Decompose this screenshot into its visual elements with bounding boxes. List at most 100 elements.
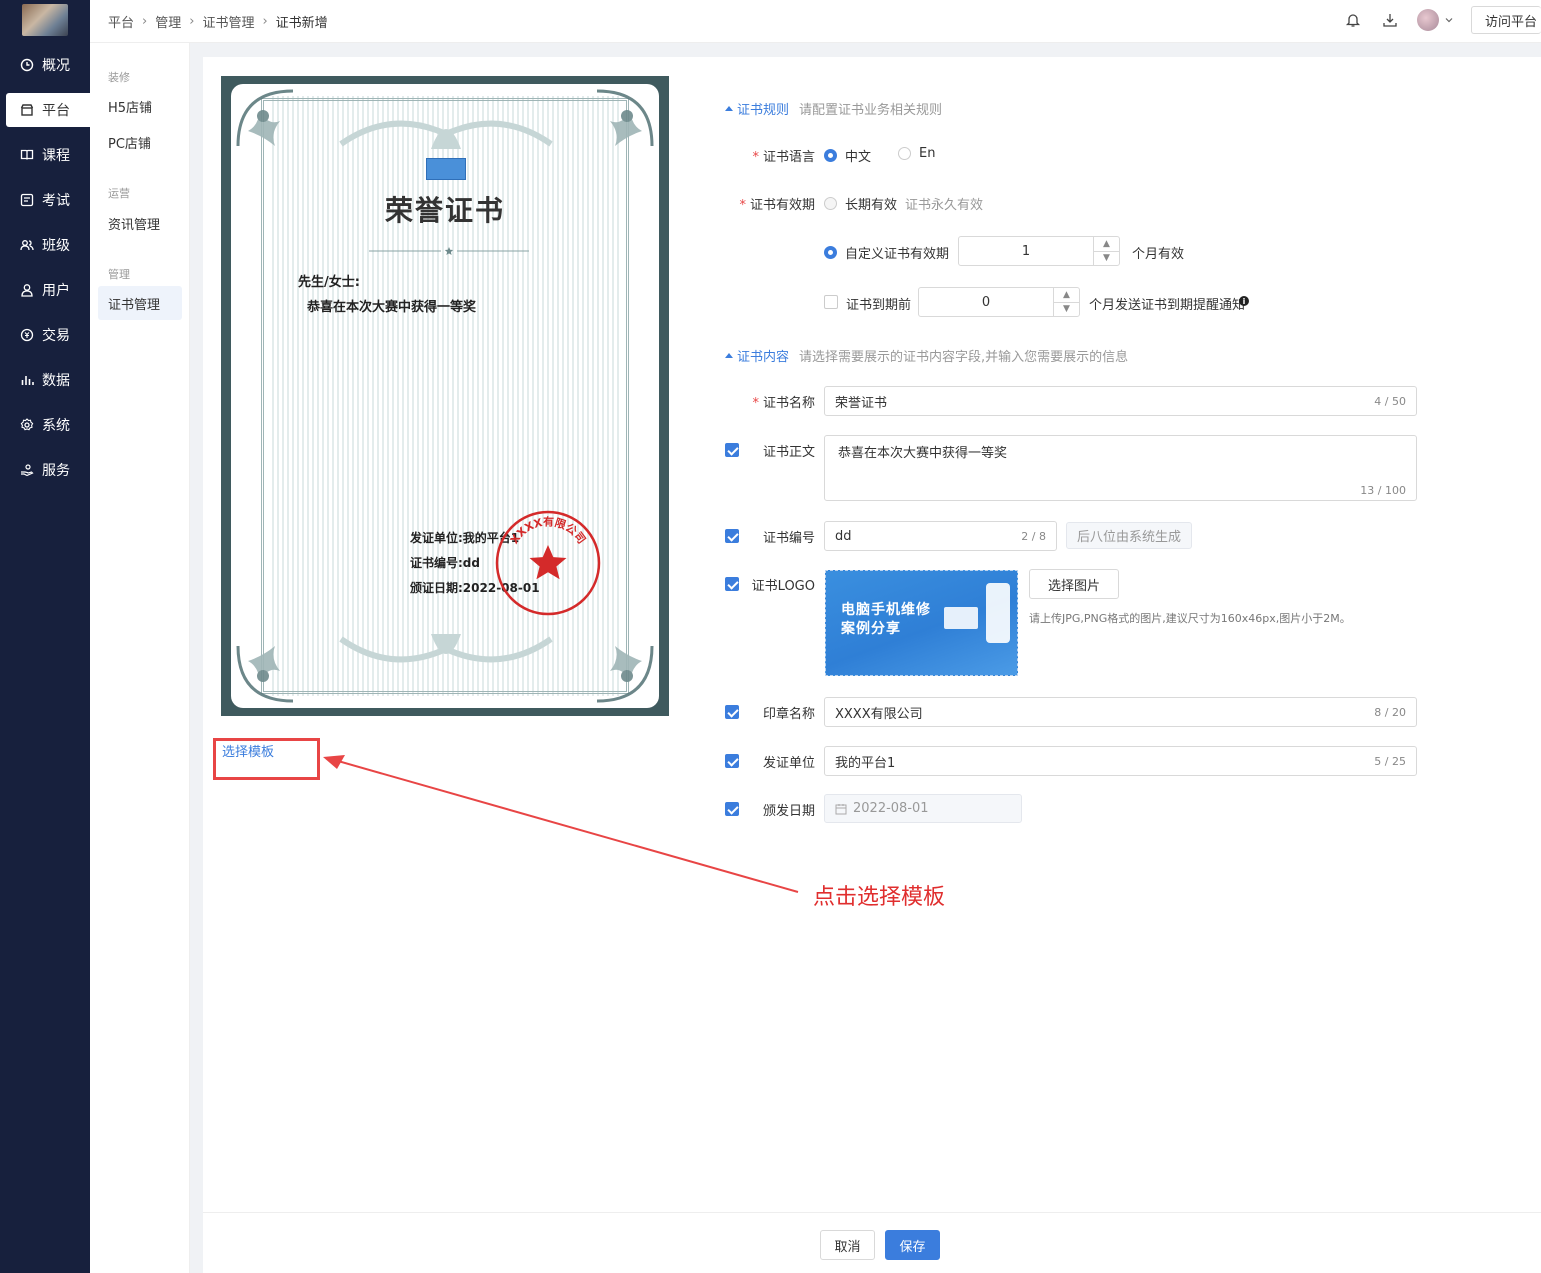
- issuer-label: 发证单位: [762, 756, 815, 771]
- ornament-corner-icon: [596, 89, 654, 147]
- info-icon[interactable]: i: [1239, 296, 1249, 306]
- issue-date-checkbox[interactable]: [725, 802, 739, 816]
- subnav-group-title: 管理: [108, 268, 130, 281]
- radio-dot: [824, 149, 837, 162]
- ornament-corner-icon: [596, 645, 654, 703]
- nav-item-system[interactable]: 系统: [0, 408, 90, 442]
- calendar-icon: [835, 803, 847, 814]
- issuer-input[interactable]: 我的平台1 5 / 25: [824, 746, 1417, 776]
- certificate-number: 证书编号:dd: [410, 556, 480, 570]
- subnav-item-h5-shop[interactable]: H5店铺: [98, 89, 182, 123]
- certificate-logo: [426, 158, 466, 180]
- nav-item-course[interactable]: 课程: [0, 138, 90, 172]
- cert-body-label: 证书正文: [762, 445, 815, 460]
- radio-language-zh[interactable]: 中文: [824, 146, 871, 165]
- top-bar: 平台 › 管理 › 证书管理 › 证书新增 访问平台: [90, 0, 1541, 43]
- certificate-body: 恭喜在本次大赛中获得一等奖: [307, 300, 477, 315]
- logo-upload-hint: 请上传JPG,PNG格式的图片,建议尺寸为160x46px,图片小于2M。: [1029, 612, 1351, 625]
- cert-number-input[interactable]: dd 2 / 8: [824, 521, 1057, 551]
- chevron-right-icon: ›: [142, 14, 148, 29]
- nav-item-transaction[interactable]: 交易: [0, 318, 90, 352]
- expiry-unit-text: 个月发送证书到期提醒通知: [1089, 298, 1246, 313]
- choose-image-button[interactable]: 选择图片: [1029, 569, 1119, 599]
- nav-item-overview[interactable]: 概况: [0, 48, 90, 82]
- certificate-greeting: 先生/女士:: [298, 275, 360, 290]
- subnav-item-news[interactable]: 资讯管理: [98, 206, 182, 240]
- chevron-down-icon[interactable]: [1443, 10, 1455, 30]
- issue-date-input[interactable]: 2022-08-01: [824, 794, 1022, 823]
- chevron-right-icon: ›: [189, 14, 195, 29]
- subnav-group-title: 装修: [108, 71, 130, 84]
- transaction-icon: [20, 328, 34, 342]
- service-icon: [20, 463, 34, 477]
- group-icon: [20, 238, 34, 252]
- section-rules-header[interactable]: 证书规则 请配置证书业务相关规则: [725, 99, 942, 118]
- radio-language-en[interactable]: En: [898, 146, 935, 161]
- footer-divider: [203, 1212, 1541, 1213]
- seal-name-label: 印章名称: [762, 707, 815, 722]
- exam-icon: [20, 193, 34, 207]
- main-nav: 概况 平台 课程 考试 班级 用户 交易 数据 系统 服务: [0, 0, 90, 1273]
- radio-validity-permanent[interactable]: 长期有效 证书永久有效: [824, 194, 983, 213]
- issue-date-label: 颁发日期: [762, 804, 815, 819]
- issuer-checkbox[interactable]: [725, 754, 739, 768]
- increment-icon[interactable]: ▲: [1094, 237, 1119, 252]
- validity-months-stepper[interactable]: 1 ▲ ▼: [958, 236, 1120, 266]
- certificate-title: 荣誉证书: [384, 194, 505, 227]
- subnav-item-certificate[interactable]: 证书管理: [98, 286, 182, 320]
- store-icon: [20, 103, 34, 117]
- radio-dot: [898, 147, 911, 160]
- visit-platform-button[interactable]: 访问平台: [1471, 6, 1541, 34]
- subnav-item-pc-shop[interactable]: PC店铺: [98, 125, 182, 159]
- nav-item-exam[interactable]: 考试: [0, 183, 90, 217]
- validity-label: * 证书有效期: [739, 198, 815, 213]
- nav-item-data[interactable]: 数据: [0, 363, 90, 397]
- radio-validity-custom[interactable]: 自定义证书有效期: [824, 243, 949, 262]
- save-button[interactable]: 保存: [885, 1230, 940, 1260]
- decrement-icon[interactable]: ▼: [1094, 252, 1119, 266]
- main-content: 荣誉证书 先生/女士: 恭喜在本次大赛中获得一等奖 发证单位:我的平台1 证书编…: [203, 57, 1541, 1273]
- ornament-corner-icon: [236, 89, 294, 147]
- avatar[interactable]: [1417, 9, 1439, 31]
- cert-body-textarea[interactable]: 恭喜在本次大赛中获得一等奖 13 / 100: [824, 435, 1417, 501]
- cert-number-checkbox[interactable]: [725, 529, 739, 543]
- collapse-arrow-icon: [725, 106, 733, 111]
- decrement-icon[interactable]: ▼: [1054, 303, 1079, 317]
- expiry-reminder-checkbox[interactable]: [824, 295, 838, 309]
- cert-name-input[interactable]: 荣誉证书 4 / 50: [824, 386, 1417, 416]
- subnav-group-title: 运营: [108, 187, 130, 200]
- breadcrumb-item[interactable]: 证书管理: [202, 12, 254, 31]
- cert-body-checkbox[interactable]: [725, 443, 739, 457]
- annotation-text: 点击选择模板: [813, 885, 946, 910]
- cert-number-label: 证书编号: [762, 531, 815, 546]
- expiry-months-stepper[interactable]: 0 ▲ ▼: [918, 287, 1080, 317]
- download-icon[interactable]: [1380, 10, 1400, 30]
- certificate-preview: 荣誉证书 先生/女士: 恭喜在本次大赛中获得一等奖 发证单位:我的平台1 证书编…: [221, 76, 669, 716]
- chevron-right-icon: ›: [262, 14, 268, 29]
- cert-number-suffix: 后八位由系统生成: [1066, 522, 1193, 549]
- breadcrumb-item[interactable]: 管理: [155, 12, 181, 31]
- radio-dot: [824, 197, 837, 210]
- ornament-top-icon: [339, 120, 553, 149]
- expiry-label: 证书到期前: [846, 298, 912, 313]
- cancel-button[interactable]: 取消: [820, 1230, 875, 1260]
- logo-preview-image[interactable]: 电脑手机维修 案例分享: [825, 570, 1018, 676]
- bell-icon[interactable]: [1343, 10, 1363, 30]
- monitor-icon: [944, 607, 978, 629]
- radio-dot: [824, 246, 837, 259]
- company-seal: XXXX有限公司: [495, 510, 601, 616]
- seal-name-input[interactable]: XXXX有限公司 8 / 20: [824, 697, 1417, 727]
- cert-logo-label: 证书LOGO: [751, 579, 815, 594]
- breadcrumb-item[interactable]: 平台: [108, 12, 134, 31]
- cert-logo-checkbox[interactable]: [725, 577, 739, 591]
- chart-icon: [20, 373, 34, 387]
- topbar-actions: 访问平台: [1343, 6, 1541, 34]
- nav-item-platform[interactable]: 平台: [6, 93, 90, 127]
- section-content-header[interactable]: 证书内容 请选择需要展示的证书内容字段,并输入您需要展示的信息: [725, 346, 1128, 365]
- nav-item-user[interactable]: 用户: [0, 273, 90, 307]
- nav-item-service[interactable]: 服务: [0, 453, 90, 487]
- increment-icon[interactable]: ▲: [1054, 288, 1079, 303]
- app-logo[interactable]: [22, 4, 68, 36]
- nav-item-class[interactable]: 班级: [0, 228, 90, 262]
- seal-name-checkbox[interactable]: [725, 705, 739, 719]
